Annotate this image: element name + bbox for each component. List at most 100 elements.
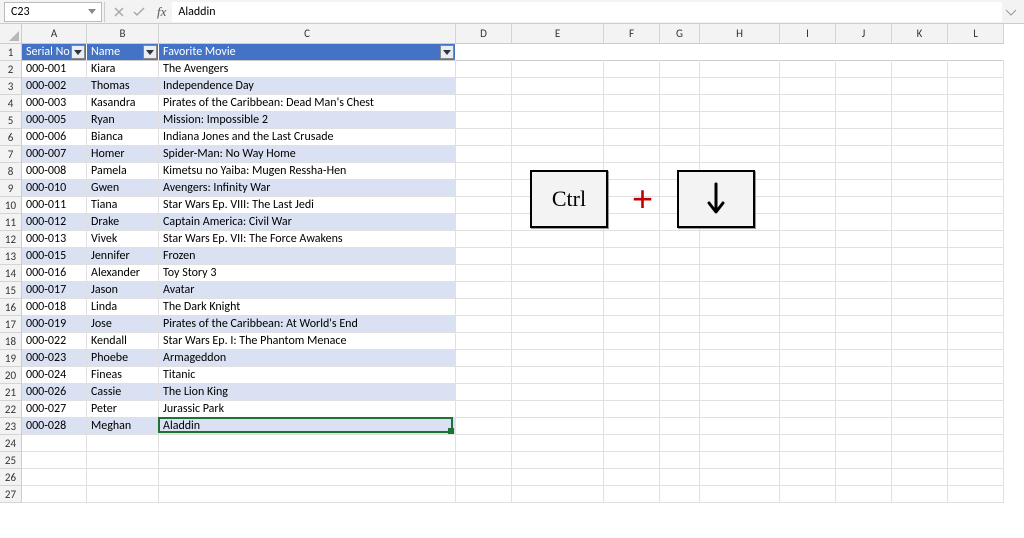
cell[interactable] (836, 231, 892, 248)
cell[interactable] (159, 452, 456, 469)
row-header[interactable]: 14 (0, 265, 22, 282)
row-header[interactable]: 20 (0, 367, 22, 384)
cell[interactable]: Vivek (87, 231, 159, 248)
cell[interactable] (780, 146, 836, 163)
column-header[interactable]: B (87, 24, 159, 44)
cell[interactable] (512, 61, 604, 78)
cell[interactable]: 000-027 (22, 401, 87, 418)
cell[interactable] (456, 129, 512, 146)
cell[interactable] (604, 231, 660, 248)
cell[interactable] (700, 146, 780, 163)
cell[interactable] (512, 469, 604, 486)
cell[interactable] (780, 401, 836, 418)
cancel-icon[interactable] (111, 4, 127, 20)
cell[interactable] (604, 78, 660, 95)
cell[interactable]: The Avengers (159, 61, 456, 78)
row-header[interactable]: 25 (0, 452, 22, 469)
cell[interactable]: 000-017 (22, 282, 87, 299)
cell[interactable] (660, 231, 700, 248)
cell[interactable] (892, 180, 948, 197)
cell[interactable] (780, 231, 836, 248)
cell[interactable] (660, 44, 700, 61)
cell[interactable] (700, 350, 780, 367)
cell[interactable] (87, 452, 159, 469)
cell[interactable] (892, 95, 948, 112)
cell[interactable] (456, 316, 512, 333)
cell[interactable]: Star Wars Ep. VII: The Force Awakens (159, 231, 456, 248)
cell[interactable] (512, 95, 604, 112)
cell[interactable]: Meghan (87, 418, 159, 435)
cell[interactable] (700, 78, 780, 95)
cell[interactable] (700, 95, 780, 112)
cell[interactable] (604, 401, 660, 418)
cell[interactable] (700, 452, 780, 469)
cell[interactable] (159, 486, 456, 503)
cell[interactable] (512, 265, 604, 282)
column-header[interactable]: F (604, 24, 660, 44)
cell[interactable]: Armageddon (159, 350, 456, 367)
cell[interactable]: 000-023 (22, 350, 87, 367)
cell[interactable] (604, 384, 660, 401)
cell[interactable] (660, 418, 700, 435)
cell[interactable] (456, 78, 512, 95)
cell[interactable] (456, 44, 512, 61)
cell[interactable] (780, 452, 836, 469)
column-header[interactable]: I (780, 24, 836, 44)
cell[interactable]: 000-003 (22, 95, 87, 112)
cell[interactable] (456, 248, 512, 265)
cell[interactable]: 000-026 (22, 384, 87, 401)
cell[interactable] (892, 452, 948, 469)
cell[interactable] (892, 469, 948, 486)
cell[interactable] (700, 299, 780, 316)
cell[interactable] (700, 333, 780, 350)
cell[interactable] (660, 95, 700, 112)
cell[interactable] (948, 282, 1004, 299)
cell[interactable] (660, 248, 700, 265)
cell[interactable] (836, 163, 892, 180)
cell[interactable]: Favorite Movie (159, 44, 456, 61)
cell[interactable]: Indiana Jones and the Last Crusade (159, 129, 456, 146)
cell[interactable] (948, 146, 1004, 163)
cell[interactable] (892, 61, 948, 78)
cell[interactable] (836, 418, 892, 435)
cell[interactable] (700, 248, 780, 265)
cell[interactable] (512, 248, 604, 265)
cell[interactable] (604, 95, 660, 112)
cell[interactable] (604, 248, 660, 265)
cell[interactable] (456, 214, 512, 231)
filter-dropdown-icon[interactable] (71, 45, 85, 59)
column-header[interactable]: L (948, 24, 1004, 44)
cell[interactable] (892, 350, 948, 367)
cell[interactable] (456, 146, 512, 163)
cell[interactable] (660, 435, 700, 452)
row-header[interactable]: 7 (0, 146, 22, 163)
cell[interactable] (780, 95, 836, 112)
cell[interactable] (604, 469, 660, 486)
cell[interactable] (892, 401, 948, 418)
cell[interactable] (948, 367, 1004, 384)
cell[interactable]: Jason (87, 282, 159, 299)
cell[interactable]: Spider-Man: No Way Home (159, 146, 456, 163)
cell[interactable]: Star Wars Ep. I: The Phantom Menace (159, 333, 456, 350)
cell[interactable]: 000-008 (22, 163, 87, 180)
cell[interactable] (604, 418, 660, 435)
cell[interactable] (456, 197, 512, 214)
cell[interactable]: Mission: Impossible 2 (159, 112, 456, 129)
cell[interactable] (892, 248, 948, 265)
cell[interactable]: Toy Story 3 (159, 265, 456, 282)
cell[interactable] (836, 384, 892, 401)
cell[interactable] (512, 112, 604, 129)
cell[interactable] (456, 231, 512, 248)
cell[interactable] (836, 333, 892, 350)
cell[interactable]: 000-019 (22, 316, 87, 333)
cell[interactable]: 000-022 (22, 333, 87, 350)
cell[interactable] (892, 384, 948, 401)
cell[interactable] (456, 61, 512, 78)
accept-icon[interactable] (131, 4, 147, 20)
cell[interactable] (892, 367, 948, 384)
column-header[interactable]: C (159, 24, 456, 44)
expand-formula-icon[interactable] (1002, 3, 1020, 21)
cell[interactable] (948, 452, 1004, 469)
cell[interactable] (700, 384, 780, 401)
cell[interactable] (604, 44, 660, 61)
